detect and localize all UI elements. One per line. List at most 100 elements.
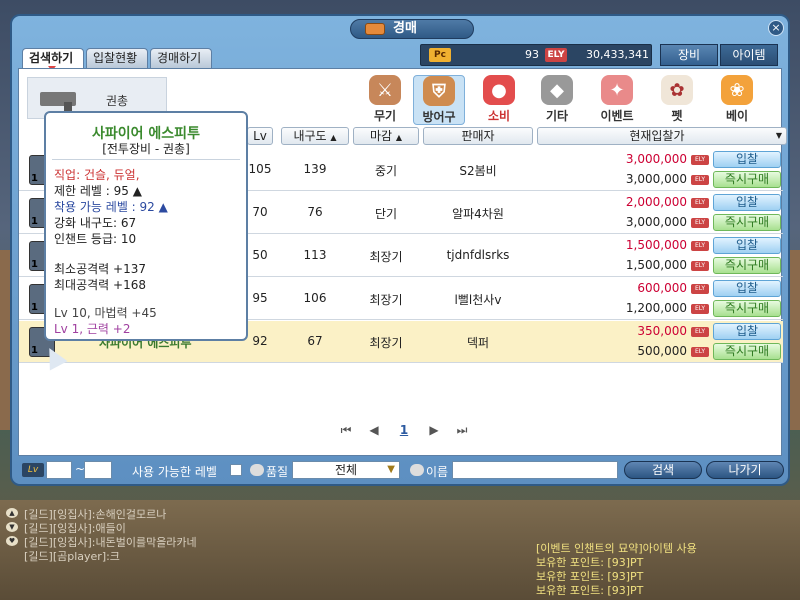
bid-button[interactable]: 입찰 — [713, 323, 781, 340]
column-time[interactable]: 마감 ▲ — [353, 127, 419, 145]
column-level-label: Lv — [253, 129, 267, 143]
column-seller-label: 판매자 — [461, 129, 495, 143]
title-bar[interactable]: 경매 × — [12, 16, 788, 42]
category-label: 펫 — [671, 109, 683, 123]
column-seller[interactable]: 판매자 — [423, 127, 533, 145]
next-page-icon[interactable]: ▶ — [427, 423, 441, 437]
tab-sell[interactable]: 경매하기 — [150, 48, 212, 68]
category-consumable[interactable]: ● 소비 — [473, 75, 525, 125]
item-qty: 1 — [31, 216, 38, 227]
category-label: 방어구 — [422, 110, 456, 124]
ely-icon: ELY — [691, 155, 709, 165]
sword-icon: ⚔ — [369, 75, 401, 105]
buy-now-button[interactable]: 즉시구매 — [713, 343, 781, 360]
item-durability: 139 — [303, 162, 327, 176]
ely-icon: ELY — [691, 347, 709, 357]
item-seller: S2봄비 — [459, 164, 497, 178]
search-bar: Lv ~ 사용 가능한 레벨 품질 전체 ▼ 이름 검색 나가기 — [18, 460, 784, 482]
tooltip-required-level: 제한 레벨 : 95 ▲ — [54, 184, 142, 198]
item-tooltip: 사파이어 에스피투 [전투장비 - 권총] 직업: 건슬, 듀얼, 제한 레벨 … — [44, 111, 248, 341]
level-max-input[interactable] — [84, 461, 112, 479]
buy-now-button[interactable]: 즉시구매 — [713, 257, 781, 274]
item-durability: 76 — [307, 205, 323, 219]
column-level[interactable]: Lv — [247, 127, 273, 145]
name-search-input[interactable] — [452, 461, 618, 479]
category-label: 베이 — [725, 109, 749, 123]
sort-arrow-icon: ▲ — [395, 133, 403, 142]
bid-button[interactable]: 입찰 — [713, 151, 781, 168]
category-weapon[interactable]: ⚔ 무기 — [359, 75, 411, 125]
column-durability-label: 내구도 — [293, 129, 327, 143]
tooltip-job: 직업: 건슬, 듀얼, — [54, 168, 140, 182]
tab-equipment[interactable]: 장비 — [660, 44, 718, 66]
category-pet[interactable]: ✿ 펫 — [651, 75, 703, 125]
window-title: 경매 — [350, 19, 474, 39]
item-qty: 1 — [31, 259, 38, 270]
column-price[interactable]: 현재입찰가 ▼ — [537, 127, 787, 145]
tooltip-strength: Lv 1, 근력 +2 — [54, 322, 131, 336]
chat-emote-icon[interactable]: ♥ — [6, 536, 18, 546]
auction-icon — [365, 23, 385, 35]
item-seller: tjdnfdlsrks — [446, 248, 510, 262]
category-event[interactable]: ✦ 이벤트 — [591, 75, 643, 125]
column-price-label: 현재입찰가 — [629, 129, 685, 143]
item-seller: l뻘l천사v — [454, 293, 502, 307]
buy-price: 1,500,000 — [625, 258, 687, 272]
pc-icon: Pc — [429, 48, 451, 62]
category-armor[interactable]: ⛨ 방어구 — [413, 75, 465, 125]
ely-icon: ELY — [691, 218, 709, 228]
chat-scroll-down-icon[interactable]: ▼ — [6, 522, 18, 532]
tooltip-item-type: [전투장비 - 권총] — [102, 142, 190, 156]
event-line: 보유한 포인트: [93]PT — [536, 584, 644, 597]
bid-button[interactable]: 입찰 — [713, 237, 781, 254]
tab-bid-status[interactable]: 입찰현황 — [86, 48, 148, 68]
ely-icon: ELY — [691, 175, 709, 185]
close-button[interactable]: × — [768, 20, 784, 36]
ely-icon: ELY — [691, 327, 709, 337]
category-bay[interactable]: ❀ 베이 — [711, 75, 763, 125]
sort-arrow-icon: ▲ — [330, 133, 337, 142]
category-label: 무기 — [373, 109, 397, 123]
item-level: 92 — [252, 334, 268, 348]
tooltip-magic: Lv 10, 마법력 +45 — [54, 306, 157, 320]
category-etc[interactable]: ◆ 기타 — [531, 75, 583, 125]
buy-now-button[interactable]: 즉시구매 — [713, 300, 781, 317]
tab-search[interactable]: 검색하기 — [22, 48, 84, 68]
grade-label: 품질 — [266, 465, 289, 479]
bid-button[interactable]: 입찰 — [713, 280, 781, 297]
bid-button[interactable]: 입찰 — [713, 194, 781, 211]
bid-price: 3,000,000 — [625, 152, 687, 166]
search-button[interactable]: 검색 — [624, 461, 702, 479]
column-durability[interactable]: 내구도 ▲ — [281, 127, 349, 145]
name-label: 이름 — [426, 465, 449, 479]
category-label: 이벤트 — [600, 109, 634, 123]
buy-now-button[interactable]: 즉시구매 — [713, 214, 781, 231]
name-icon — [410, 464, 424, 476]
bid-price: 1,500,000 — [625, 238, 687, 252]
ely-balance: 30,433,341 — [586, 48, 649, 61]
ely-icon: ELY — [691, 304, 709, 314]
sort-arrow-icon: ▼ — [775, 131, 782, 140]
page-number[interactable]: 1 — [397, 423, 411, 437]
grade-select[interactable]: 전체 ▼ — [292, 461, 400, 479]
item-durability: 67 — [307, 334, 323, 348]
currency-bar: Pc 93 ELY 30,433,341 — [420, 44, 652, 66]
level-min-input[interactable] — [46, 461, 72, 479]
usable-level-label: 사용 가능한 레벨 — [132, 465, 217, 479]
buy-price: 3,000,000 — [625, 215, 687, 229]
buy-price: 1,200,000 — [625, 301, 687, 315]
pagination: ⏮ ◀ 1 ▶ ⏭ — [339, 421, 469, 441]
exit-button[interactable]: 나가기 — [706, 461, 784, 479]
buy-now-button[interactable]: 즉시구매 — [713, 171, 781, 188]
chat-scroll-up-icon[interactable]: ▲ — [6, 508, 18, 518]
chevron-down-icon: ▼ — [387, 464, 395, 475]
grade-select-value: 전체 — [334, 463, 358, 477]
first-page-icon[interactable]: ⏮ — [339, 423, 353, 437]
tab-item[interactable]: 아이템 — [720, 44, 778, 66]
item-seller: 덱퍼 — [466, 336, 490, 350]
last-page-icon[interactable]: ⏭ — [455, 423, 469, 437]
item-durability: 113 — [303, 248, 327, 262]
gun-icon — [40, 92, 76, 114]
usable-level-checkbox[interactable] — [230, 464, 242, 476]
prev-page-icon[interactable]: ◀ — [367, 423, 381, 437]
